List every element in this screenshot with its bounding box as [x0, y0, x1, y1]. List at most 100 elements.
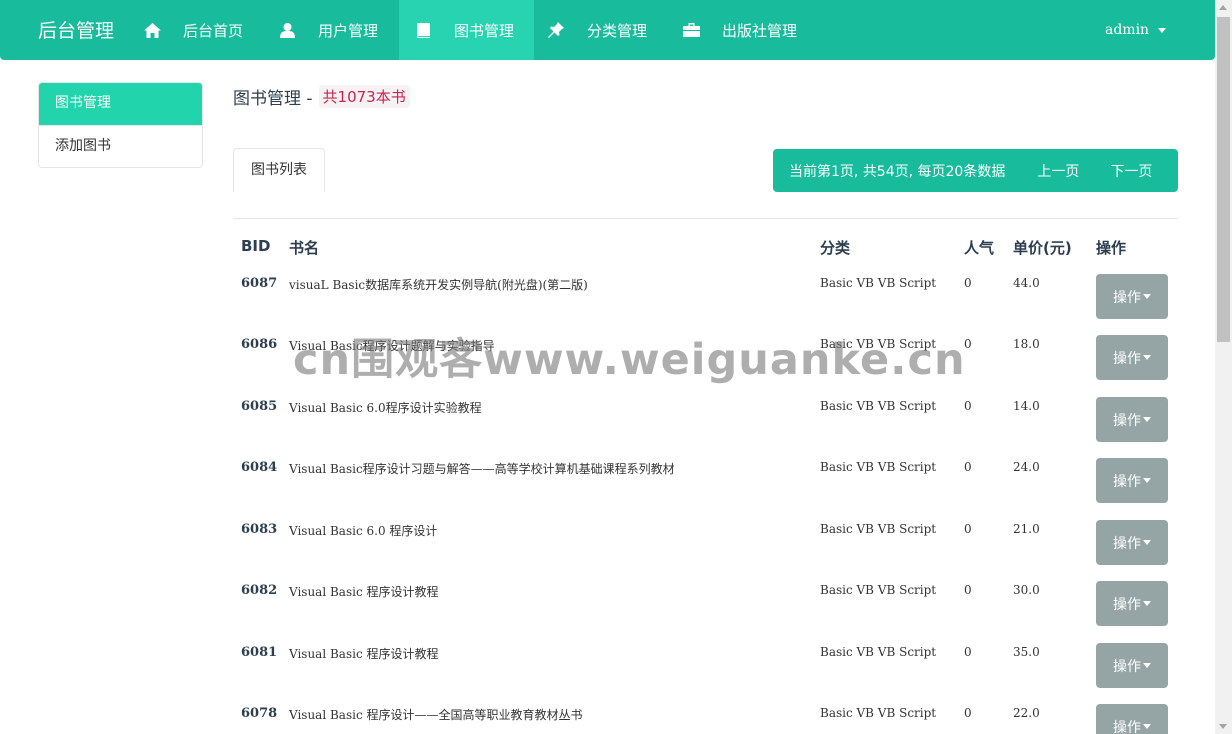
caret-down-icon — [1143, 540, 1151, 545]
cell-name: Visual Basic 程序设计教程 — [289, 647, 439, 661]
scroll-thumb[interactable] — [1217, 17, 1230, 342]
row-actions-dropdown-button[interactable]: 操作 — [1096, 397, 1168, 442]
row-actions-dropdown-button[interactable]: 操作 — [1096, 704, 1168, 734]
caret-down-icon — [1143, 417, 1151, 422]
cell-bid: 6086 — [241, 337, 278, 352]
cell-price: 21.0 — [1013, 522, 1040, 536]
cell-category: Basic VB VB Script — [820, 522, 937, 536]
cell-bid: 6082 — [241, 583, 278, 598]
prev-page-button[interactable]: 上一页 — [1037, 161, 1079, 181]
cell-popularity: 0 — [964, 399, 972, 413]
cell-category: Basic VB VB Script — [820, 460, 937, 474]
nav-label-users: 用户管理 — [318, 21, 379, 40]
cell-popularity: 0 — [964, 645, 972, 659]
row-actions-dropdown-button[interactable]: 操作 — [1096, 643, 1168, 688]
op-label: 操作 — [1113, 350, 1141, 367]
row-actions-dropdown-button[interactable]: 操作 — [1096, 274, 1168, 319]
caret-down-icon — [1143, 601, 1151, 606]
column-header-bid: BID — [241, 237, 271, 255]
op-label: 操作 — [1113, 289, 1141, 306]
caret-down-icon — [1143, 478, 1151, 483]
page-title: 图书管理 - 共1073本书 — [233, 84, 410, 109]
cell-category: Basic VB VB Script — [820, 706, 937, 720]
row-actions-dropdown-button[interactable]: 操作 — [1096, 335, 1168, 380]
sidebar-item-add-book[interactable]: 添加图书 — [39, 125, 202, 167]
nav-label-publishers: 出版社管理 — [722, 21, 798, 40]
table-row: 6085 Visual Basic 6.0程序设计实验教程 Basic VB V… — [233, 397, 1178, 459]
row-actions-dropdown-button[interactable]: 操作 — [1096, 458, 1168, 503]
scroll-up-icon[interactable] — [1219, 5, 1227, 10]
home-icon — [143, 21, 161, 39]
next-page-button[interactable]: 下一页 — [1110, 161, 1152, 181]
cell-category: Basic VB VB Script — [820, 645, 937, 659]
row-actions-dropdown-button[interactable]: 操作 — [1096, 581, 1168, 626]
briefcase-icon — [682, 21, 700, 39]
caret-down-icon — [1143, 355, 1151, 360]
column-header-category: 分类 — [820, 239, 851, 257]
cell-bid: 6085 — [241, 399, 278, 414]
cell-bid: 6083 — [241, 522, 278, 537]
nav-label-categories: 分类管理 — [587, 21, 648, 40]
cell-popularity: 0 — [964, 583, 972, 597]
cell-price: 44.0 — [1013, 276, 1040, 290]
row-actions-dropdown-button[interactable]: 操作 — [1096, 520, 1168, 565]
table-row: 6083 Visual Basic 6.0 程序设计 Basic VB VB S… — [233, 520, 1178, 582]
nav-item-books[interactable]: 图书管理 — [399, 0, 534, 60]
cell-popularity: 0 — [964, 460, 972, 474]
page-scrollbar[interactable] — [1215, 0, 1232, 734]
caret-down-icon — [1143, 724, 1151, 729]
brand-title[interactable]: 后台管理 — [38, 16, 114, 43]
sidebar-item-book-management[interactable]: 图书管理 — [39, 83, 202, 125]
cell-bid: 6084 — [241, 460, 278, 475]
scroll-down-icon[interactable] — [1219, 724, 1227, 729]
cell-price: 30.0 — [1013, 583, 1040, 597]
cell-bid: 6078 — [241, 706, 278, 721]
user-menu[interactable]: admin — [1105, 0, 1167, 60]
cell-price: 18.0 — [1013, 337, 1040, 351]
tab-divider — [233, 218, 1178, 219]
user-name: admin — [1105, 22, 1150, 38]
cell-price: 24.0 — [1013, 460, 1040, 474]
pagination-info: 当前第1页, 共54页, 每页20条数据 — [789, 163, 1006, 180]
pagination-bar: 当前第1页, 共54页, 每页20条数据 上一页 下一页 — [773, 149, 1178, 192]
cell-price: 22.0 — [1013, 706, 1040, 720]
pushpin-icon — [547, 21, 565, 39]
cell-bid: 6081 — [241, 645, 278, 660]
nav-item-users[interactable]: 用户管理 — [268, 0, 394, 60]
op-label: 操作 — [1113, 596, 1141, 613]
cell-popularity: 0 — [964, 522, 972, 536]
op-label: 操作 — [1113, 535, 1141, 552]
cell-price: 14.0 — [1013, 399, 1040, 413]
table-row: 6082 Visual Basic 程序设计教程 Basic VB VB Scr… — [233, 581, 1178, 643]
cell-category: Basic VB VB Script — [820, 399, 937, 413]
cell-popularity: 0 — [964, 706, 972, 720]
table-row: 6078 Visual Basic 程序设计——全国高等职业教育教材丛书 Bas… — [233, 704, 1178, 734]
op-label: 操作 — [1113, 412, 1141, 429]
book-icon — [414, 21, 432, 39]
table-row: 6084 Visual Basic程序设计习题与解答——高等学校计算机基础课程系… — [233, 458, 1178, 520]
page-title-text: 图书管理 - — [233, 89, 313, 109]
nav-item-categories[interactable]: 分类管理 — [537, 0, 663, 60]
cell-name: Visual Basic 程序设计教程 — [289, 585, 439, 599]
tab-book-list[interactable]: 图书列表 — [233, 148, 325, 192]
chevron-down-icon — [1158, 27, 1167, 33]
column-header-price: 单价(元) — [1013, 239, 1072, 257]
nav-label-home: 后台首页 — [183, 21, 244, 40]
user-icon — [278, 21, 296, 39]
cell-name: visuaL Basic数据库系统开发实例导航(附光盘)(第二版) — [289, 278, 588, 292]
caret-down-icon — [1143, 294, 1151, 299]
op-label: 操作 — [1113, 658, 1141, 675]
nav-item-home[interactable]: 后台首页 — [133, 0, 260, 60]
cell-name: Visual Basic程序设计习题与解答——高等学校计算机基础课程系列教材 — [289, 462, 675, 476]
cell-popularity: 0 — [964, 276, 972, 290]
op-label: 操作 — [1113, 719, 1141, 734]
cell-name: Visual Basic 6.0程序设计实验教程 — [289, 401, 482, 415]
sidebar: 图书管理 添加图书 — [38, 82, 203, 168]
cell-bid: 6087 — [241, 276, 278, 291]
cell-name: Visual Basic 6.0 程序设计 — [289, 524, 438, 538]
op-label: 操作 — [1113, 473, 1141, 490]
nav-item-publishers[interactable]: 出版社管理 — [672, 0, 813, 60]
cell-name: Visual Basic 程序设计——全国高等职业教育教材丛书 — [289, 708, 583, 722]
cell-category: Basic VB VB Script — [820, 276, 937, 290]
book-count-badge: 共1073本书 — [318, 85, 410, 108]
